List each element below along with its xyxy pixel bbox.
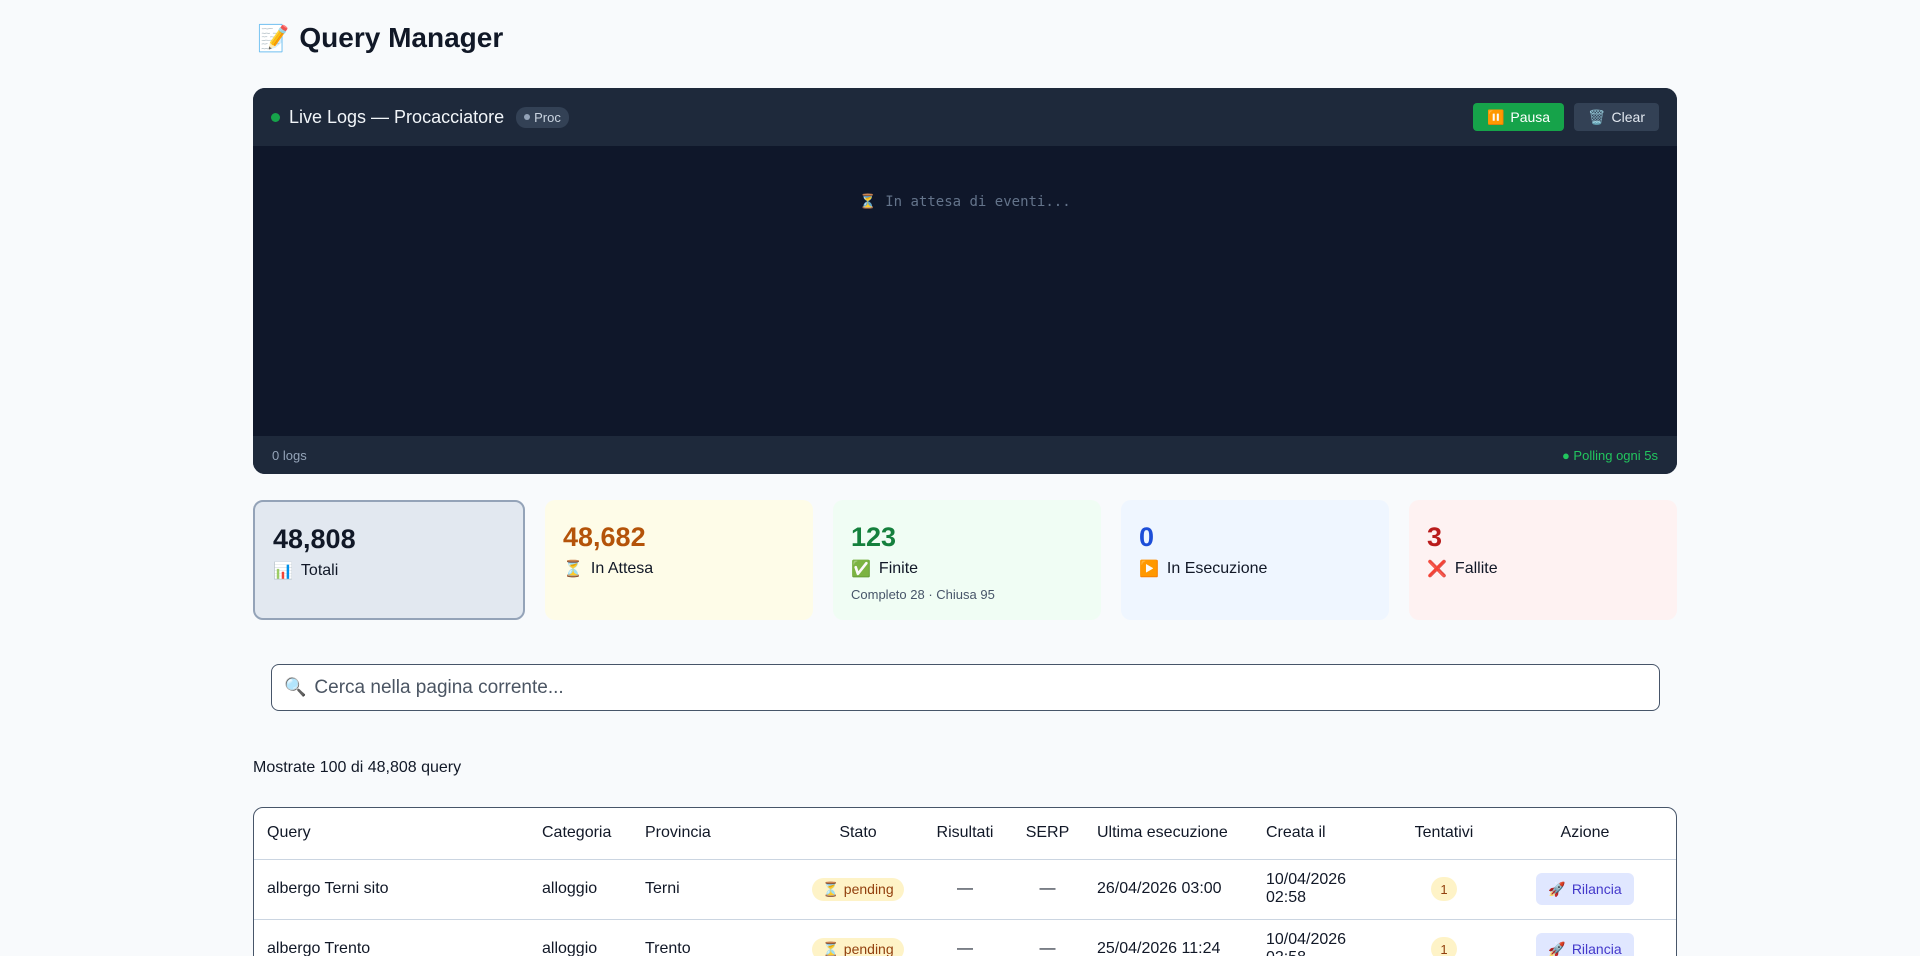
trash-icon: 🗑️ xyxy=(1588,108,1606,125)
cell-categoria: alloggio xyxy=(529,859,632,920)
col-stato[interactable]: Stato xyxy=(797,808,919,860)
rocket-icon: 🚀 xyxy=(1548,880,1566,897)
proc-badge: Proc xyxy=(516,106,569,128)
stat-label: In Esecuzione xyxy=(1166,560,1268,577)
table-row[interactable]: albergo Terni sito alloggio Terni ⏳ pendi… xyxy=(254,859,1676,920)
rilancia-label: Rilancia xyxy=(1571,941,1622,956)
cell-provincia: Trento xyxy=(632,919,797,956)
search-box: 🔍 xyxy=(271,664,1660,711)
status-badge: ⏳ pending xyxy=(812,877,904,901)
col-categoria[interactable]: Categoria xyxy=(529,808,632,860)
col-risultati[interactable]: Risultati xyxy=(919,808,1011,860)
cell-provincia: Terni xyxy=(632,859,797,920)
cell-query: albergo Terni sito xyxy=(254,859,529,920)
cell-serp: — xyxy=(1011,859,1084,920)
cell-creata-il: 10/04/2026 02:58 xyxy=(1253,919,1394,956)
cell-ultima-esecuzione: 25/04/2026 11:24 xyxy=(1084,919,1253,956)
stat-value: 48,682 xyxy=(563,522,646,552)
query-table: Query Categoria Provincia Stato Risultat… xyxy=(253,807,1677,956)
cell-creata-il: 10/04/2026 02:58 xyxy=(1253,859,1394,920)
clear-button[interactable]: 🗑️ Clear xyxy=(1574,103,1659,131)
cell-risultati: — xyxy=(919,919,1011,956)
stat-label: In Attesa xyxy=(590,560,654,577)
stat-label: Finite xyxy=(878,560,919,577)
stat-value: 0 xyxy=(1139,522,1155,552)
stat-card-in-attesa[interactable]: 48,682 ⏳ In Attesa xyxy=(545,500,813,620)
hourglass-icon: ⏳ xyxy=(822,880,840,897)
col-azione: Azione xyxy=(1494,808,1676,860)
pause-label: Pausa xyxy=(1510,109,1551,125)
cell-serp: — xyxy=(1011,919,1084,956)
stat-card-fallite[interactable]: 3 ❌ Fallite xyxy=(1409,500,1677,620)
cell-query: albergo Trento xyxy=(254,919,529,956)
rocket-icon: 🚀 xyxy=(1548,940,1566,956)
hourglass-icon: ⏳ xyxy=(859,194,877,210)
stat-card-finite[interactable]: 123 ✅ Finite Completo 28 · Chiusa 95 xyxy=(833,500,1101,620)
attempts-badge: 1 xyxy=(1431,877,1457,901)
cell-categoria: alloggio xyxy=(529,919,632,956)
col-query[interactable]: Query xyxy=(254,808,529,860)
col-ultima-esecuzione[interactable]: Ultima esecuzione xyxy=(1084,808,1253,860)
status-text: pending xyxy=(843,881,894,897)
cell-tentativi: 1 xyxy=(1394,919,1494,956)
live-logs-header: Live Logs — Procacciatore Proc ⏸️ Pausa … xyxy=(253,88,1677,146)
live-logs-panel: Live Logs — Procacciatore Proc ⏸️ Pausa … xyxy=(253,88,1677,474)
cell-stato: ⏳ pending xyxy=(797,919,919,956)
cell-azione: 🚀 Rilancia xyxy=(1494,859,1676,920)
pause-button[interactable]: ⏸️ Pausa xyxy=(1472,103,1565,131)
check-box-icon: ✅ xyxy=(851,561,871,578)
proc-badge-label: Proc xyxy=(534,109,561,125)
status-badge: ⏳ pending xyxy=(812,937,904,956)
cell-risultati: — xyxy=(919,859,1011,920)
stat-label: Totali xyxy=(300,562,339,579)
hourglass-icon: ⏳ xyxy=(822,940,840,956)
col-tentativi[interactable]: Tentativi xyxy=(1394,808,1494,860)
logs-footer: 0 logs ● Polling ogni 5s xyxy=(253,436,1677,474)
play-icon: ▶️ xyxy=(1139,561,1159,578)
stat-value: 123 xyxy=(851,522,897,552)
results-count: Mostrate 100 di 48,808 query xyxy=(253,759,462,776)
cell-tentativi: 1 xyxy=(1394,859,1494,920)
badge-dot-icon xyxy=(524,114,531,120)
live-logs-title: Live Logs — Procacciatore xyxy=(289,106,505,127)
stat-card-in-esecuzione[interactable]: 0 ▶️ In Esecuzione xyxy=(1121,500,1389,620)
memo-icon: 📝 xyxy=(257,22,290,53)
cell-ultima-esecuzione: 26/04/2026 03:00 xyxy=(1084,859,1253,920)
table-row[interactable]: albergo Trento alloggio Trento ⏳ pending … xyxy=(254,919,1676,956)
clear-label: Clear xyxy=(1611,109,1645,125)
cell-azione: 🚀 Rilancia xyxy=(1494,919,1676,956)
col-creata-il[interactable]: Creata il xyxy=(1253,808,1394,860)
col-serp[interactable]: SERP xyxy=(1011,808,1084,860)
search-input[interactable] xyxy=(314,676,1647,699)
logs-body[interactable]: ⏳ In attesa di eventi... xyxy=(253,146,1677,436)
stat-cards: 48,808 📊 Totali 48,682 ⏳ In Attesa 123 ✅ Fi… xyxy=(253,500,1677,620)
cell-stato: ⏳ pending xyxy=(797,859,919,920)
stat-card-totali[interactable]: 48,808 📊 Totali xyxy=(253,500,525,620)
search-icon: 🔍 xyxy=(284,677,307,697)
table-header-row: Query Categoria Provincia Stato Risultat… xyxy=(254,808,1676,860)
rilancia-label: Rilancia xyxy=(1571,881,1622,897)
logs-actions: ⏸️ Pausa 🗑️ Clear xyxy=(1472,103,1659,131)
pause-icon: ⏸️ xyxy=(1486,108,1505,125)
waiting-message: ⏳ In attesa di eventi... xyxy=(253,194,1677,210)
log-count: 0 logs xyxy=(272,447,307,463)
cross-icon: ❌ xyxy=(1427,561,1447,578)
page-title-text: Query Manager xyxy=(299,22,504,53)
waiting-text: In attesa di eventi... xyxy=(885,194,1071,210)
attempts-badge: 1 xyxy=(1431,937,1457,956)
stat-value: 3 xyxy=(1427,522,1443,552)
page-title: 📝 Query Manager xyxy=(257,22,503,54)
stat-label: Fallite xyxy=(1454,560,1498,577)
stat-sub: Completo 28 · Chiusa 95 xyxy=(851,587,995,602)
live-status-dot xyxy=(271,112,280,122)
rilancia-button[interactable]: 🚀 Rilancia xyxy=(1536,873,1634,905)
rilancia-button[interactable]: 🚀 Rilancia xyxy=(1536,933,1634,956)
hourglass-icon: ⏳ xyxy=(563,561,583,578)
bar-chart-icon: 📊 xyxy=(273,563,293,580)
stat-value: 48,808 xyxy=(273,524,356,554)
col-provincia[interactable]: Provincia xyxy=(632,808,797,860)
polling-status: ● Polling ogni 5s xyxy=(1561,447,1658,463)
status-text: pending xyxy=(843,941,894,956)
